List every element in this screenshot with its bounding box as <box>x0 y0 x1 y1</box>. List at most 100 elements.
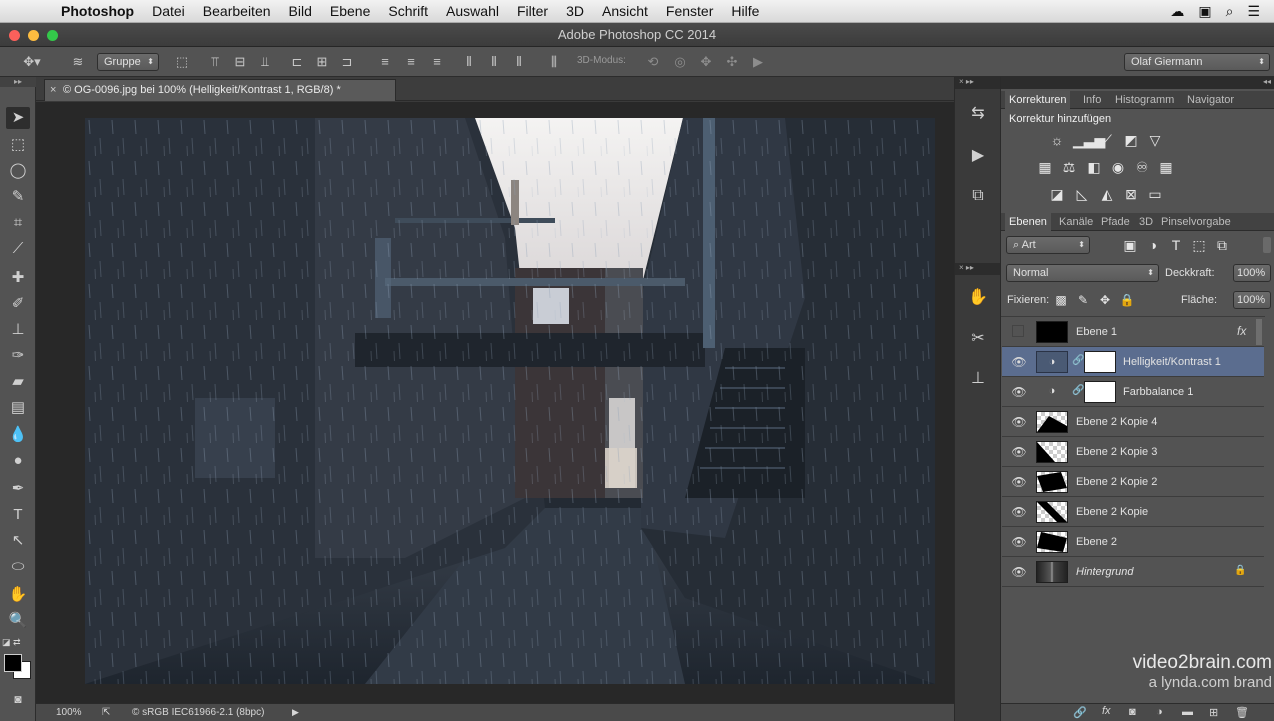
layer-effects-icon[interactable]: fx <box>1237 324 1246 338</box>
minimize-window-button[interactable] <box>28 30 39 41</box>
new-layer-icon[interactable]: ⊞ <box>1209 706 1218 719</box>
align-right-icon[interactable]: ⊐ <box>339 54 355 70</box>
menu-schrift[interactable]: Schrift <box>379 3 437 19</box>
eye-icon[interactable]: 👁 <box>1011 354 1027 370</box>
marquee-tool-icon[interactable]: ⬚ <box>6 134 30 156</box>
add-mask-icon[interactable]: ◙ <box>1129 706 1136 718</box>
eye-icon[interactable]: 👁 <box>1011 474 1027 490</box>
filter-adjustment-layers-icon[interactable]: ◑ <box>1144 236 1162 254</box>
type-tool-icon[interactable]: T <box>6 504 30 526</box>
color-balance-icon[interactable]: ⚖ <box>1060 158 1078 176</box>
path-selection-tool-icon[interactable]: ↖ <box>6 530 30 552</box>
layer-row-farbbalance-1[interactable]: 👁 ◑ 🔗 Farbbalance 1 <box>1002 377 1264 407</box>
pen-tool-icon[interactable]: ✒ <box>6 478 30 500</box>
distribute-vcenter-icon[interactable]: ≡ <box>403 54 419 70</box>
channel-mixer-icon[interactable]: ♾ <box>1133 158 1151 176</box>
tab-ebenen[interactable]: Ebenen <box>1005 213 1051 231</box>
add-layer-style-icon[interactable]: fx <box>1102 705 1111 717</box>
notification-icon[interactable]: ▣ <box>1198 3 1211 20</box>
move-tool-icon[interactable]: ➤ <box>6 107 30 129</box>
filter-type-layers-icon[interactable]: T <box>1167 236 1185 254</box>
creative-cloud-icon[interactable]: ☁ <box>1170 3 1184 20</box>
export-icon[interactable]: ⇱ <box>102 704 110 721</box>
fill-field[interactable]: 100% <box>1233 291 1271 309</box>
default-colors-icon[interactable]: ◪ ⇄ <box>2 637 21 648</box>
history-brush-tool-icon[interactable]: ✑ <box>6 345 30 367</box>
layer-filter-kind-dropdown[interactable]: ⌕ Art ⬍ <box>1006 236 1090 254</box>
brush-presets-panel-icon[interactable]: ✋ <box>961 285 995 311</box>
menu-datei[interactable]: Datei <box>143 3 194 19</box>
quick-mask-icon[interactable]: ◙ <box>6 688 30 710</box>
align-vertical-center-icon[interactable]: ⊟ <box>232 54 248 70</box>
document-image[interactable] <box>85 118 935 684</box>
vibrance-icon[interactable]: ▽ <box>1146 131 1164 149</box>
strip-bottom-collapse-icon[interactable]: × ▸▸ <box>955 263 1001 275</box>
menu-bild[interactable]: Bild <box>280 3 321 19</box>
close-window-button[interactable] <box>9 30 20 41</box>
eyedropper-tool-icon[interactable]: ⟋ <box>6 238 30 260</box>
tab-pinselvorgaben[interactable]: Pinselvorgabe <box>1157 213 1235 231</box>
menu-bearbeiten[interactable]: Bearbeiten <box>194 3 280 19</box>
distribute-bottom-icon[interactable]: ≡ <box>429 54 445 70</box>
layer-filter-toggle[interactable] <box>1263 237 1271 253</box>
eye-icon[interactable]: 👁 <box>1011 504 1027 520</box>
threshold-icon[interactable]: ◭ <box>1098 185 1116 203</box>
eye-icon[interactable]: 👁 <box>1011 564 1027 580</box>
invert-icon[interactable]: ◪ <box>1048 185 1066 203</box>
document-tab[interactable]: × © OG-0096.jpg bei 100% (Helligkeit/Kon… <box>44 79 396 101</box>
list-icon[interactable]: ☰ <box>1247 3 1260 20</box>
menu-ebene[interactable]: Ebene <box>321 3 379 19</box>
align-horizontal-center-icon[interactable]: ⊞ <box>314 54 330 70</box>
brush-tool-icon[interactable]: ✐ <box>6 293 30 315</box>
status-menu-arrow-icon[interactable]: ▶ <box>292 704 299 721</box>
tool-presets-panel-icon[interactable]: ✂ <box>961 326 995 352</box>
menu-hilfe[interactable]: Hilfe <box>722 3 768 19</box>
layer-row-ebene-2[interactable]: 👁 Ebene 2 <box>1002 527 1264 557</box>
opacity-field[interactable]: 100% <box>1233 264 1271 282</box>
levels-icon[interactable]: ▁▃▅ <box>1073 131 1105 149</box>
lock-transparent-pixels-icon[interactable]: ▩ <box>1052 291 1070 309</box>
black-white-icon[interactable]: ◧ <box>1085 158 1103 176</box>
visibility-toggle-off[interactable] <box>1012 325 1024 337</box>
dodge-tool-icon[interactable]: ● <box>6 450 30 472</box>
3d-slide-icon[interactable]: ✣ <box>724 54 740 70</box>
selective-color-icon[interactable]: ⊠ <box>1122 185 1140 203</box>
new-group-icon[interactable]: ▬ <box>1182 706 1193 718</box>
zoom-tool-icon[interactable]: 🔍 <box>6 610 30 632</box>
menu-3d[interactable]: 3D <box>557 3 593 19</box>
layers-stack-icon[interactable]: ≋ <box>70 54 86 70</box>
lock-position-icon[interactable]: ✥ <box>1096 291 1114 309</box>
layer-row-helligkeit-kontrast-1[interactable]: 👁 ◑ 🔗 Helligkeit/Kontrast 1 <box>1002 347 1264 377</box>
layer-row-ebene-2-kopie-4[interactable]: 👁 Ebene 2 Kopie 4 <box>1002 407 1264 437</box>
auto-align-icon[interactable]: ⫼ <box>546 54 562 70</box>
align-left-icon[interactable]: ⊏ <box>289 54 305 70</box>
eye-icon[interactable]: 👁 <box>1011 444 1027 460</box>
crop-tool-icon[interactable]: ⌗ <box>6 212 30 234</box>
brightness-contrast-icon[interactable]: ☼ <box>1048 131 1066 149</box>
layer-row-ebene-2-kopie[interactable]: 👁 Ebene 2 Kopie <box>1002 497 1264 527</box>
3d-drag-icon[interactable]: ✥ <box>698 54 714 70</box>
3d-roll-icon[interactable]: ◎ <box>672 54 688 70</box>
link-layers-icon[interactable]: 🔗 <box>1073 706 1087 719</box>
distribute-left-icon[interactable]: ⫴ <box>461 54 477 70</box>
menu-filter[interactable]: Filter <box>508 3 557 19</box>
layer-row-ebene-2-kopie-2[interactable]: 👁 Ebene 2 Kopie 2 <box>1002 467 1264 497</box>
tools-collapse-icon[interactable]: ▸▸ <box>0 77 36 87</box>
panel-dock-collapse-icon[interactable]: ◂◂ <box>1001 77 1274 89</box>
move-tool-preset-icon[interactable]: ✥▾ <box>20 54 44 70</box>
transform-controls-icon[interactable]: ⬚ <box>174 54 190 70</box>
photo-filter-icon[interactable]: ◉ <box>1109 158 1127 176</box>
clone-source-panel-icon[interactable]: ⊥ <box>961 366 995 392</box>
tab-histogramm[interactable]: Histogramm <box>1111 91 1178 109</box>
filter-shape-layers-icon[interactable]: ⬚ <box>1190 236 1208 254</box>
new-adjustment-layer-icon[interactable]: ◑ <box>1156 706 1163 718</box>
hue-saturation-icon[interactable]: ▦ <box>1036 158 1054 176</box>
eraser-tool-icon[interactable]: ▰ <box>6 371 30 393</box>
lock-all-icon[interactable]: 🔒 <box>1118 291 1136 309</box>
auto-select-dropdown[interactable]: Gruppe ⬍ <box>97 53 159 71</box>
quick-selection-tool-icon[interactable]: ✎ <box>6 186 30 208</box>
tab-pfade[interactable]: Pfade <box>1097 213 1134 231</box>
menu-auswahl[interactable]: Auswahl <box>437 3 508 19</box>
3d-rotate-icon[interactable]: ⟲ <box>645 54 661 70</box>
close-document-icon[interactable]: × <box>50 80 56 100</box>
